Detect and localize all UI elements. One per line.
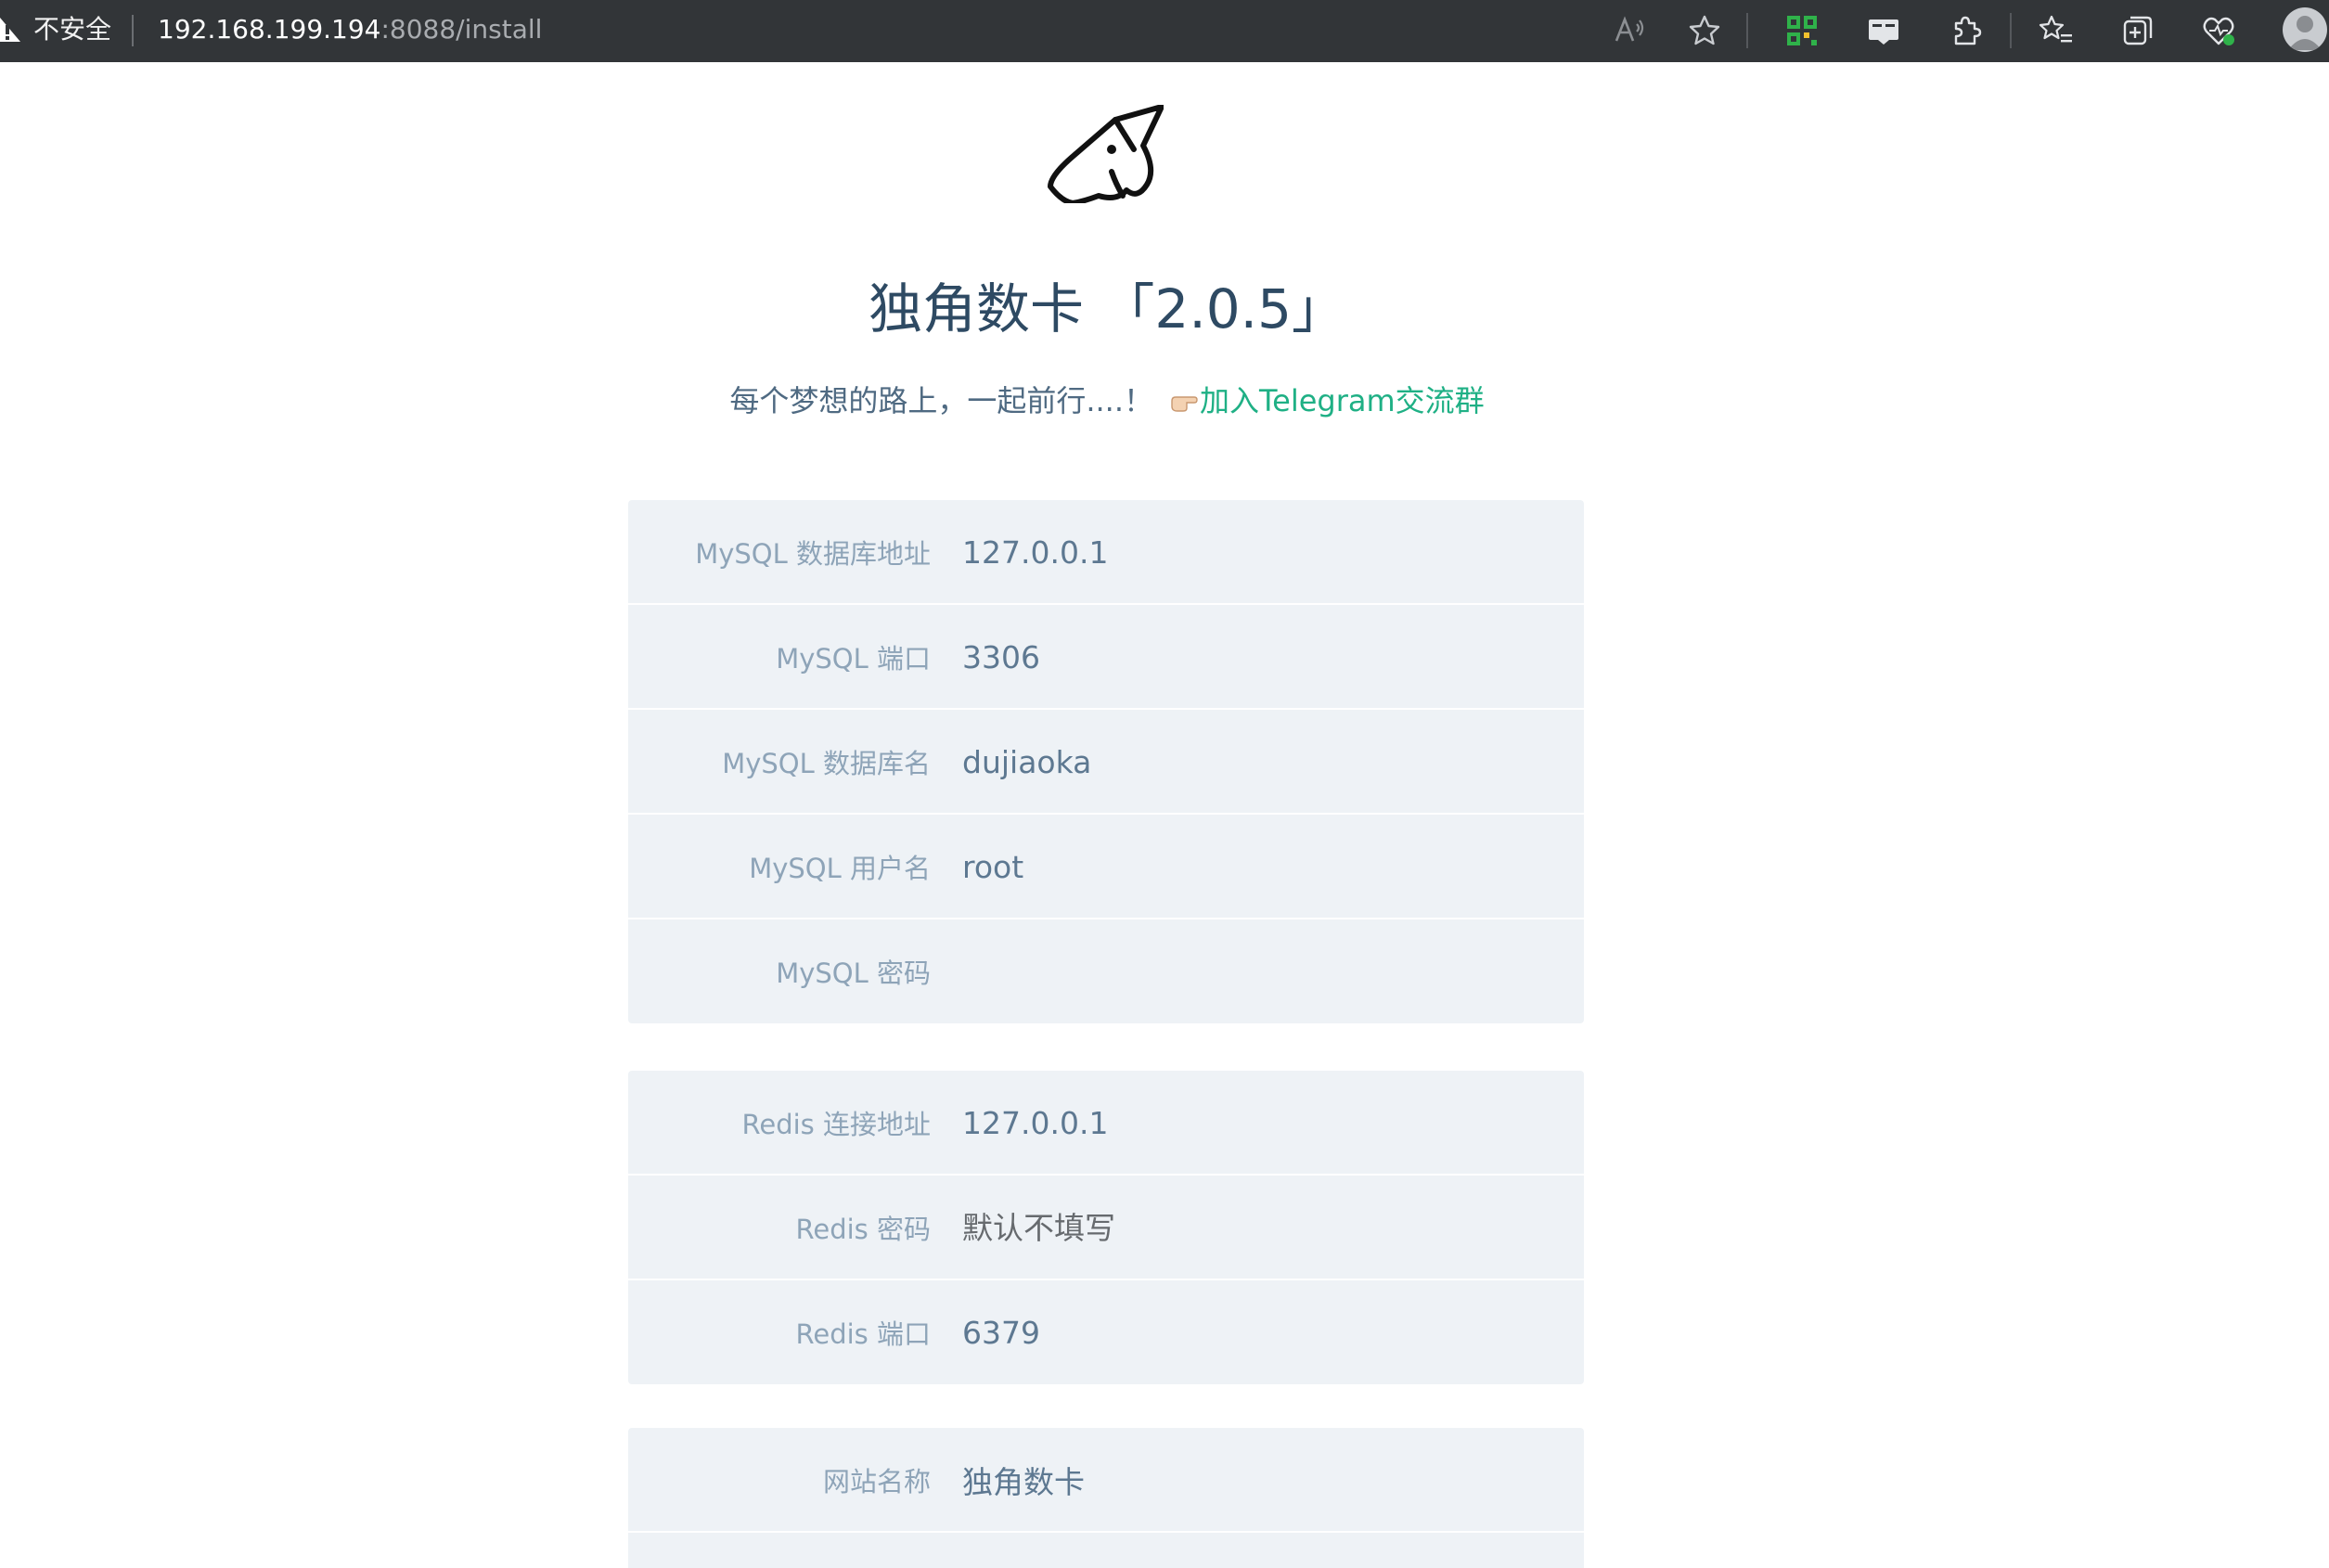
redis-password-input[interactable] [962,1187,1556,1268]
redis-port-input[interactable] [962,1292,1556,1373]
collections-icon[interactable] [2119,12,2156,49]
translate-extension-icon[interactable] [1865,12,1902,49]
mysql-database-input[interactable] [962,721,1556,803]
form-row-mysql-user: MySQL 用户名 [628,815,1584,919]
redis-settings-card: Redis 连接地址 Redis 密码 Redis 端口 [628,1071,1584,1384]
address-separator [132,15,134,46]
qr-extension-icon[interactable] [1783,12,1821,49]
page-title: 独角数卡 「2.0.5」 [868,277,1345,341]
mysql-user-input[interactable] [962,826,1556,907]
site-settings-card: 网站名称 [628,1428,1584,1568]
pointing-hand-icon [1171,396,1198,412]
redis-password-label: Redis 密码 [795,1213,931,1245]
unicorn-logo-icon [1048,105,1164,203]
form-row-mysql-database: MySQL 数据库名 [628,710,1584,815]
site-name-label: 网站名称 [822,1465,931,1497]
slogan-text: 每个梦想的路上，一起前行....！ [729,383,1154,418]
favorite-star-icon[interactable] [1686,12,1723,49]
redis-host-label: Redis 连接地址 [741,1108,931,1140]
mysql-password-label: MySQL 密码 [776,958,931,989]
form-row-redis-password: Redis 密码 [628,1176,1584,1280]
site-name-input[interactable] [962,1439,1556,1521]
favorites-list-icon[interactable] [2038,12,2075,49]
form-row-site-name: 网站名称 [628,1428,1584,1533]
telegram-group-link[interactable]: 加入Telegram交流群 [1200,383,1485,418]
mysql-host-input[interactable] [962,511,1556,593]
mysql-port-label: MySQL 端口 [776,642,931,675]
toolbar-separator [1746,13,1748,48]
redis-host-input[interactable] [962,1082,1556,1163]
browser-essentials-icon[interactable] [2201,12,2238,49]
mysql-database-label: MySQL 数据库名 [722,747,931,779]
form-row-mysql-port: MySQL 端口 [628,605,1584,710]
warning-icon[interactable] [0,14,24,45]
mysql-settings-card: MySQL 数据库地址 MySQL 端口 MySQL 数据库名 MySQL 用户… [628,500,1584,1023]
security-status-label[interactable]: 不安全 [33,13,111,46]
form-row-mysql-host: MySQL 数据库地址 [628,500,1584,605]
url-host: 192.168.199.194 [158,14,381,45]
read-aloud-icon[interactable] [1612,12,1649,49]
redis-port-label: Redis 端口 [795,1318,931,1350]
form-row-mysql-password: MySQL 密码 [628,919,1584,1023]
form-row-redis-host: Redis 连接地址 [628,1071,1584,1176]
mysql-password-input[interactable] [962,931,1556,1012]
extensions-puzzle-icon[interactable] [1947,12,1984,49]
mysql-user-label: MySQL 用户名 [749,852,931,884]
form-row-redis-port: Redis 端口 [628,1280,1584,1384]
url-path: :8088/install [380,14,543,45]
profile-avatar[interactable] [2283,7,2327,52]
mysql-host-label: MySQL 数据库地址 [695,537,931,570]
page-subtitle: 每个梦想的路上，一起前行....！ 加入Telegram交流群 [0,381,2214,420]
mysql-port-input[interactable] [962,616,1556,698]
form-row-next-partial [628,1533,1584,1568]
toolbar-separator [2010,13,2012,48]
address-bar[interactable]: 192.168.199.194:8088/install [158,13,542,46]
browser-toolbar: 不安全 192.168.199.194:8088/install [0,0,2329,62]
install-page: 独角数卡 「2.0.5」 每个梦想的路上，一起前行....！ 加入Telegra… [0,62,2329,1568]
